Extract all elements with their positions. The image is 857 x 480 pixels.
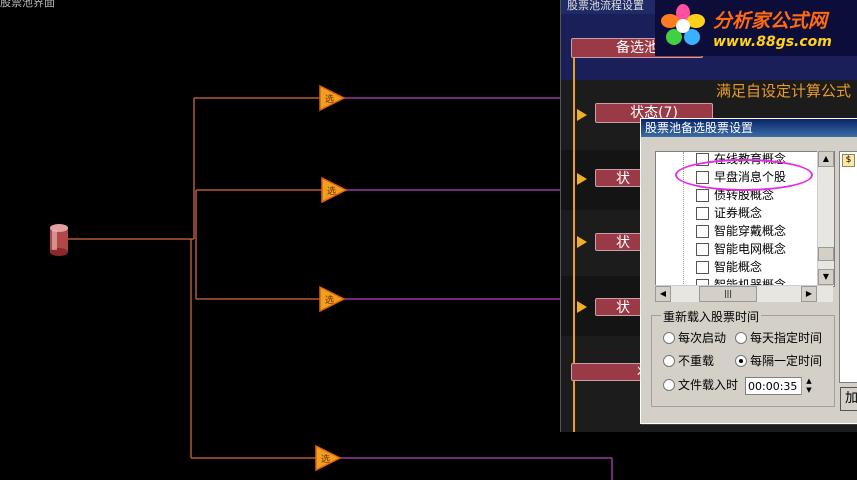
- dialog-title: 股票池备选股票设置: [641, 119, 857, 137]
- scroll-thumb-horizontal[interactable]: |||: [699, 286, 757, 302]
- list-item-checkbox[interactable]: [696, 225, 709, 238]
- filter-node-3[interactable]: 选: [319, 285, 346, 313]
- list-item-checkbox[interactable]: [696, 243, 709, 256]
- list-item-checkbox[interactable]: [696, 189, 709, 202]
- scroll-thumb[interactable]: [818, 247, 834, 261]
- radio-circle-icon[interactable]: [663, 379, 675, 391]
- flow-arrow: [577, 301, 587, 313]
- pool-candidate-dialog: 股票池备选股票设置 在线教育概念 早盘消息个股 债转股概念 证券概念 智能穿戴概…: [640, 118, 857, 424]
- logo-title: 分析家公式网: [713, 10, 828, 32]
- list-item[interactable]: 智能穿戴概念: [656, 222, 834, 240]
- interval-stepper[interactable]: ▲ ▼: [801, 377, 816, 395]
- radio-circle-icon[interactable]: [663, 332, 675, 344]
- list-item-checkbox[interactable]: [696, 207, 709, 220]
- list-item-checkbox[interactable]: [696, 261, 709, 274]
- radio-circle-icon[interactable]: [663, 355, 675, 367]
- filter-node-1[interactable]: 选: [319, 84, 346, 112]
- scroll-up-arrow-icon[interactable]: ▲: [818, 151, 834, 167]
- highlight-annotation-oval: [675, 159, 813, 191]
- filter-node-4[interactable]: 选: [315, 444, 342, 472]
- scroll-left-arrow-icon[interactable]: ◀: [655, 286, 671, 302]
- list-horizontal-scrollbar[interactable]: ◀ ||| ▶: [655, 285, 833, 302]
- flow-arrow: [577, 109, 587, 121]
- scroll-right-arrow-icon[interactable]: ▶: [801, 286, 817, 302]
- list-item[interactable]: 证券概念: [656, 204, 834, 222]
- logo-url: www.88gs.com: [713, 34, 832, 50]
- filter-node-2[interactable]: 选: [321, 176, 348, 204]
- formula-description: 满足自设定计算公式: [716, 82, 852, 100]
- list-item[interactable]: 智能概念: [656, 258, 834, 276]
- svg-text:选: 选: [325, 93, 334, 105]
- site-logo-banner: 分析家公式网 www.88gs.com: [655, 0, 857, 56]
- flow-arrow: [577, 236, 587, 248]
- svg-text:选: 选: [325, 294, 334, 306]
- formula-icon[interactable]: $: [842, 154, 855, 167]
- add-button[interactable]: 加: [840, 387, 857, 411]
- flow-arrow: [577, 173, 587, 185]
- right-list-pane[interactable]: $: [839, 151, 857, 383]
- stock-source-icon[interactable]: [50, 224, 68, 256]
- flow-connector-lines: [68, 97, 322, 459]
- reload-time-group-label: 重新载入股票时间: [661, 308, 762, 325]
- radio-circle-icon[interactable]: [735, 355, 747, 367]
- list-vertical-scrollbar[interactable]: ▲ ▼: [817, 151, 834, 285]
- radio-circle-icon[interactable]: [735, 332, 747, 344]
- flower-logo-icon: [661, 4, 705, 45]
- svg-text:选: 选: [327, 185, 336, 197]
- list-item[interactable]: 智能电网概念: [656, 240, 834, 258]
- scroll-down-arrow-icon[interactable]: ▼: [818, 269, 834, 285]
- svg-text:选: 选: [321, 453, 330, 465]
